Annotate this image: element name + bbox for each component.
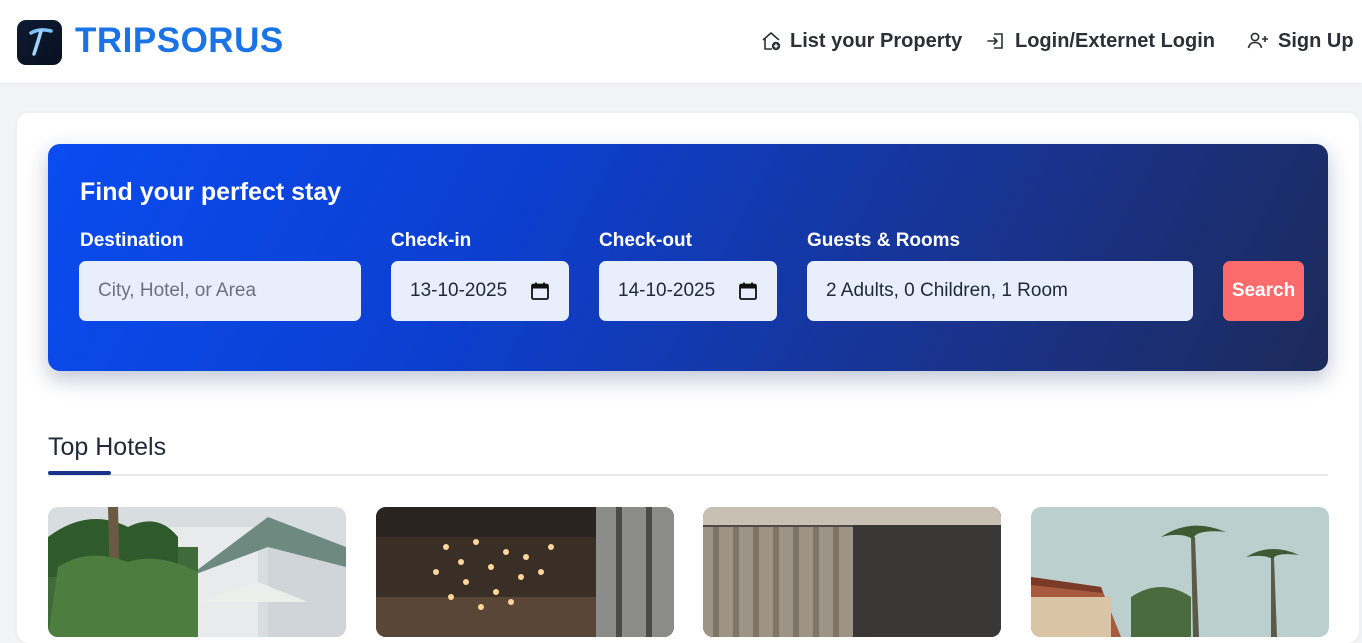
- guests-label: Guests & Rooms: [807, 230, 961, 251]
- checkin-date-input[interactable]: 13-10-2025: [391, 261, 569, 321]
- calendar-icon: [739, 282, 757, 300]
- search-button[interactable]: Search: [1223, 261, 1304, 321]
- section-divider: [48, 474, 1328, 476]
- destination-label: Destination: [80, 230, 184, 251]
- hotel-photo-resort-palms: [1031, 507, 1329, 637]
- hotel-card[interactable]: [703, 507, 1001, 637]
- top-hotels-heading: Top Hotels: [48, 433, 167, 461]
- hotel-photo-chandelier-lobby: [376, 507, 674, 637]
- brand-logo-icon[interactable]: [17, 20, 62, 65]
- hotel-photo-pool-palms: [48, 507, 346, 637]
- checkout-label: Check-out: [599, 230, 692, 251]
- list-property-link[interactable]: List your Property: [760, 27, 962, 55]
- guests-rooms-selector[interactable]: 2 Adults, 0 Children, 1 Room: [807, 261, 1193, 321]
- hotel-card[interactable]: [1031, 507, 1329, 637]
- house-plus-icon: [762, 32, 781, 51]
- hotel-card[interactable]: [48, 507, 346, 637]
- user-plus-icon: [1247, 32, 1268, 49]
- checkout-value: 14-10-2025: [618, 280, 716, 301]
- destination-input[interactable]: [79, 261, 361, 321]
- section-accent-underline: [48, 471, 111, 475]
- signup-link[interactable]: Sign Up: [1246, 27, 1354, 55]
- checkin-label: Check-in: [391, 230, 472, 251]
- calendar-icon: [531, 282, 549, 300]
- login-link[interactable]: Login/Externet Login: [985, 27, 1215, 55]
- signup-label: Sign Up: [1278, 29, 1354, 52]
- login-label: Login/Externet Login: [1015, 29, 1215, 52]
- hotel-card[interactable]: [376, 507, 674, 637]
- top-navbar: TRIPSORUS List your Property Login/Exter…: [0, 0, 1362, 83]
- guests-value: 2 Adults, 0 Children, 1 Room: [826, 280, 1068, 301]
- checkin-value: 13-10-2025: [410, 280, 508, 301]
- brand-name[interactable]: TRIPSORUS: [75, 19, 284, 63]
- checkout-date-input[interactable]: 14-10-2025: [599, 261, 777, 321]
- search-title: Find your perfect stay: [80, 178, 342, 206]
- login-icon: [987, 33, 1003, 49]
- hotel-photo-room-curtains: [703, 507, 1001, 637]
- list-property-label: List your Property: [790, 29, 963, 52]
